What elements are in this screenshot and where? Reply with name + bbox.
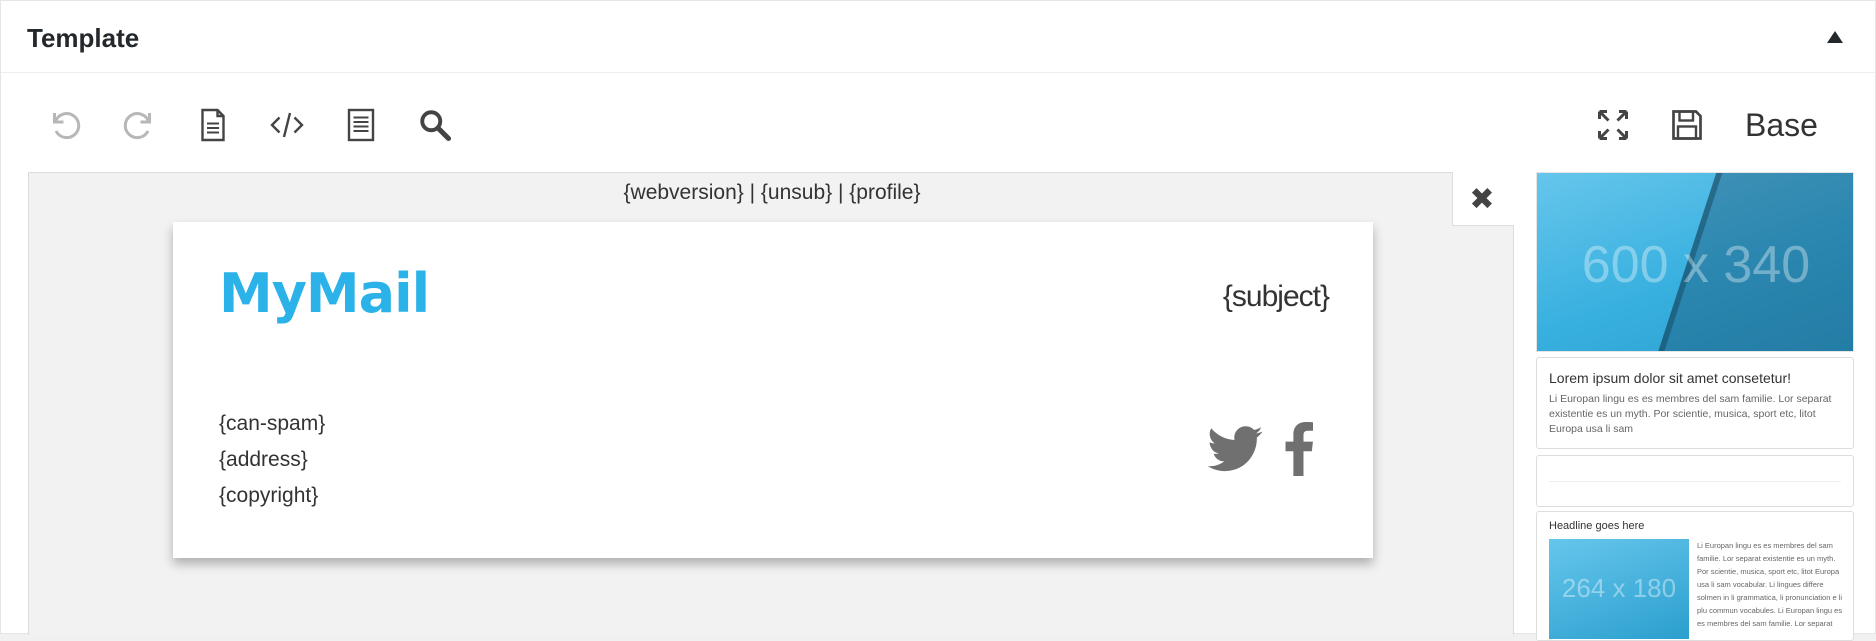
twitter-icon[interactable]: [1207, 426, 1263, 472]
preheader-links: {webversion} | {unsub} | {profile}: [623, 181, 921, 204]
email-editor-canvas[interactable]: {webversion} | {unsub} | {profile} MyMai…: [28, 172, 1514, 635]
address-tag: {address}: [219, 448, 308, 471]
list-document-icon: [347, 108, 375, 142]
close-icon[interactable]: ✖: [1467, 185, 1497, 215]
template-panel: Template Base {webversion} | {unsub} | {…: [0, 0, 1876, 641]
search-icon: [420, 110, 452, 142]
code-icon: [270, 112, 304, 138]
copyright-tag: {copyright}: [219, 484, 319, 507]
logo: MyMail: [219, 262, 430, 325]
divider-module-thumbnail[interactable]: [1536, 455, 1854, 507]
editor-toolbar: Base: [1, 73, 1875, 169]
text-module-button[interactable]: [339, 103, 383, 147]
module-sidebar: 600 x 340 Lorem ipsum dolor sit amet con…: [1536, 172, 1854, 641]
text-module-headline: Lorem ipsum dolor sit amet consetetur!: [1549, 370, 1791, 386]
mixed-module-headline: Headline goes here: [1549, 520, 1645, 532]
mixed-image-dimensions: 264 x 180: [1561, 573, 1677, 603]
save-button[interactable]: [1665, 103, 1709, 147]
floppy-disk-icon: [1672, 110, 1702, 140]
divider-line: [1549, 481, 1841, 482]
fullscreen-button[interactable]: [1591, 103, 1635, 147]
html-view-button[interactable]: [265, 103, 309, 147]
redo-button[interactable]: [117, 103, 161, 147]
text-module-body: Li Europan lingu es es membres del sam f…: [1549, 393, 1832, 435]
subject-tag: {subject}: [1222, 280, 1330, 313]
mixed-module-body: Li Europan lingu es es membres del sam f…: [1697, 541, 1843, 628]
mixed-module-image: 264 x 180: [1549, 539, 1689, 639]
panel-title: Template: [27, 23, 140, 53]
undo-icon: [53, 112, 81, 140]
image-module-thumbnail[interactable]: 600 x 340: [1536, 172, 1854, 352]
email-module[interactable]: MyMail {subject} {can-spam} {address} {c…: [173, 222, 1373, 558]
template-base-label[interactable]: Base: [1745, 103, 1818, 147]
expand-icon: [1598, 110, 1628, 140]
plaintext-button[interactable]: [191, 103, 235, 147]
collapse-arrow-icon[interactable]: [1827, 31, 1843, 43]
text-module-thumbnail[interactable]: Lorem ipsum dolor sit amet consetetur! L…: [1536, 357, 1854, 449]
mixed-module-thumbnail[interactable]: Headline goes here 264 x 180 Li Europan …: [1536, 511, 1854, 641]
image-dimensions: 600 x 340: [1581, 236, 1811, 294]
panel-header: Template: [1, 1, 1875, 73]
can-spam-tag: {can-spam}: [219, 412, 326, 435]
footer-block: {can-spam} {address} {copyright}: [219, 406, 325, 514]
undo-button[interactable]: [43, 103, 87, 147]
search-button[interactable]: [413, 103, 457, 147]
document-icon: [201, 108, 225, 142]
social-links: [1207, 422, 1313, 476]
redo-icon: [123, 112, 151, 140]
facebook-icon[interactable]: [1285, 422, 1313, 476]
